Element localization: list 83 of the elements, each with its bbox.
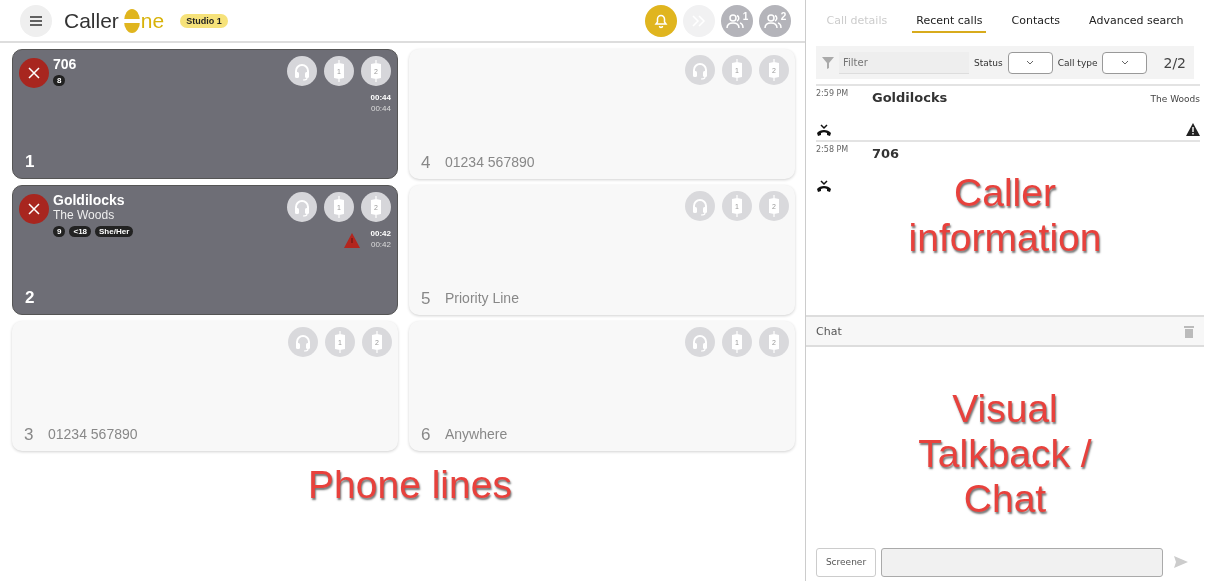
recent-caller-location: The Woods: [1150, 94, 1200, 104]
dropdown[interactable]: [1007, 51, 1053, 74]
recent-call-row[interactable]: 2:59 PM Goldilocks The Woods: [816, 84, 1200, 140]
logo-text: Caller: [64, 8, 119, 33]
headphones-icon: [293, 197, 311, 217]
call-time: 2:59 PM: [816, 89, 849, 98]
people-button[interactable]: 2: [759, 4, 791, 37]
hang-up-button[interactable]: [19, 58, 49, 88]
tab[interactable]: Contacts: [1007, 9, 1065, 33]
call-timer: 00:42: [370, 239, 391, 250]
filter-field[interactable]: Filter: [839, 51, 969, 74]
line-number: 5: [421, 289, 431, 309]
headphones-button[interactable]: [287, 192, 317, 222]
call-timer: 00:44: [370, 92, 391, 103]
headphones-button[interactable]: [287, 56, 317, 86]
headphones-icon: [691, 60, 709, 80]
line-number: 1: [25, 152, 35, 172]
hybrid-icon: [369, 196, 383, 218]
recent-caller-name: Goldilocks: [872, 90, 948, 105]
headphones-icon: [293, 61, 311, 81]
line-number: 2: [25, 288, 35, 308]
recipient-button[interactable]: Screener: [816, 547, 876, 577]
recent-caller-name: 706: [872, 146, 900, 161]
result-count: 2/2: [1163, 54, 1187, 71]
trash-icon: [1184, 324, 1194, 338]
caller-name: Goldilocks: [53, 192, 126, 208]
line-label: Priority Line: [445, 290, 519, 306]
logo-icon: [122, 7, 141, 34]
hybrid-icon: [730, 331, 744, 353]
headphones-icon: [691, 196, 709, 216]
hybrid-icon: [767, 59, 781, 81]
hybrid-icon: [767, 195, 781, 217]
call-timer: 00:42: [370, 228, 391, 239]
line-label: Anywhere: [445, 426, 508, 442]
chevron-down-icon: [1120, 60, 1129, 65]
caller-name: 706: [53, 56, 77, 72]
hybrid-icon: [369, 60, 383, 82]
line-number: 4: [421, 153, 431, 173]
chat-input-field[interactable]: [881, 547, 1163, 577]
bell-button[interactable]: [645, 4, 677, 37]
logo-text: ne: [140, 8, 165, 33]
hybrid-icon: [730, 59, 744, 81]
call-timer: 00:44: [370, 103, 391, 114]
hang-up-icon: [816, 124, 832, 136]
close-icon: [28, 203, 40, 215]
people-icon: [763, 11, 782, 30]
line-number: 3: [24, 425, 34, 445]
hybrid-icon: [767, 331, 781, 353]
headphones-icon: [294, 332, 312, 352]
line-number: 6: [421, 425, 431, 445]
status-label: Status: [974, 57, 1003, 68]
menu-button[interactable]: [20, 4, 52, 37]
filter-icon: [822, 56, 834, 69]
tab[interactable]: Advanced search: [1085, 9, 1188, 33]
hybrid-icon: [370, 331, 384, 353]
annotation-label: Phone lines: [308, 463, 512, 506]
line-label: 01234 567890: [48, 426, 138, 442]
hang-up-button[interactable]: [19, 194, 49, 224]
caller-tag: 8: [53, 75, 66, 86]
hybrid-icon: [730, 195, 744, 217]
menu-icon: [29, 14, 43, 27]
line-label: 01234 567890: [445, 154, 535, 170]
caller-location: The Woods: [53, 208, 116, 223]
headphones-icon: [691, 332, 709, 352]
caller-tag: <18: [69, 226, 92, 237]
people-icon: [725, 11, 744, 30]
dropdown[interactable]: [1102, 51, 1148, 74]
close-icon: [28, 67, 40, 79]
caller-tag: She/Her: [95, 226, 134, 237]
hybrid-icon: [332, 60, 346, 82]
chevron-down-icon: [1026, 60, 1035, 65]
call-time: 2:58 PM: [816, 145, 849, 154]
call-type-label: Call type: [1057, 57, 1098, 68]
studio-badge: Studio 1: [180, 13, 228, 28]
caller-tag: 9: [53, 226, 66, 237]
chat-title: Chat: [816, 324, 842, 338]
hybrid-icon: [333, 331, 347, 353]
tab[interactable]: Recent calls: [912, 9, 987, 33]
people-button[interactable]: 1: [721, 4, 753, 37]
send-icon: [1174, 556, 1188, 568]
hybrid-icon: [332, 196, 346, 218]
hang-up-icon: [816, 180, 832, 192]
annotation-label: Visual Talkback / Chat: [918, 387, 1092, 520]
